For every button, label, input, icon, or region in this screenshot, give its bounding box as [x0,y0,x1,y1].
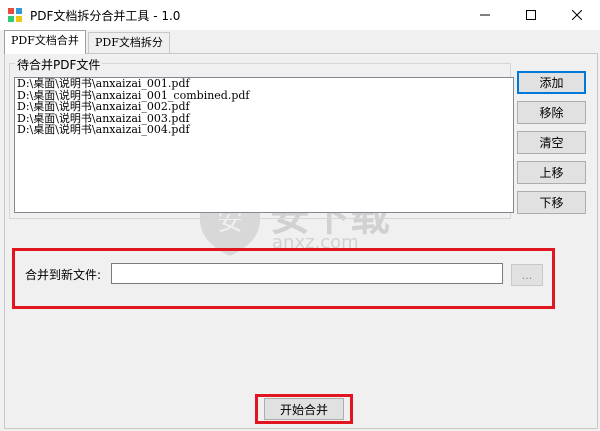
maximize-icon [526,10,536,20]
move-up-button[interactable]: 上移 [517,161,586,184]
tab-pdf-merge[interactable]: PDF文档合并 [4,30,86,54]
clear-button[interactable]: 清空 [517,131,586,154]
tab-pdf-split[interactable]: PDF文档拆分 [88,32,170,53]
close-button[interactable] [554,0,600,30]
move-down-button[interactable]: 下移 [517,191,586,214]
close-icon [572,10,582,20]
list-item[interactable]: D:\桌面\说明书\anxaizai_004.pdf [15,124,513,136]
file-list[interactable]: D:\桌面\说明书\anxaizai_001.pdf D:\桌面\说明书\anx… [14,77,514,213]
start-merge-button[interactable]: 开始合并 [264,398,344,420]
list-item[interactable]: D:\桌面\说明书\anxaizai_002.pdf [15,101,513,113]
list-item[interactable]: D:\桌面\说明书\anxaizai_001.pdf [15,78,513,90]
window-title: PDF文档拆分合并工具 - 1.0 [30,9,181,23]
output-file-label: 合并到新文件: [25,268,102,282]
remove-button[interactable]: 移除 [517,101,586,124]
minimize-icon [480,14,490,16]
app-icon [8,8,22,22]
minimize-button[interactable] [462,0,508,30]
browse-button[interactable]: ... [511,264,543,286]
maximize-button[interactable] [508,0,554,30]
title-bar: PDF文档拆分合并工具 - 1.0 [0,0,600,30]
output-file-input[interactable] [111,263,503,284]
add-button[interactable]: 添加 [517,71,586,94]
files-group-label: 待合并PDF文件 [15,56,103,73]
